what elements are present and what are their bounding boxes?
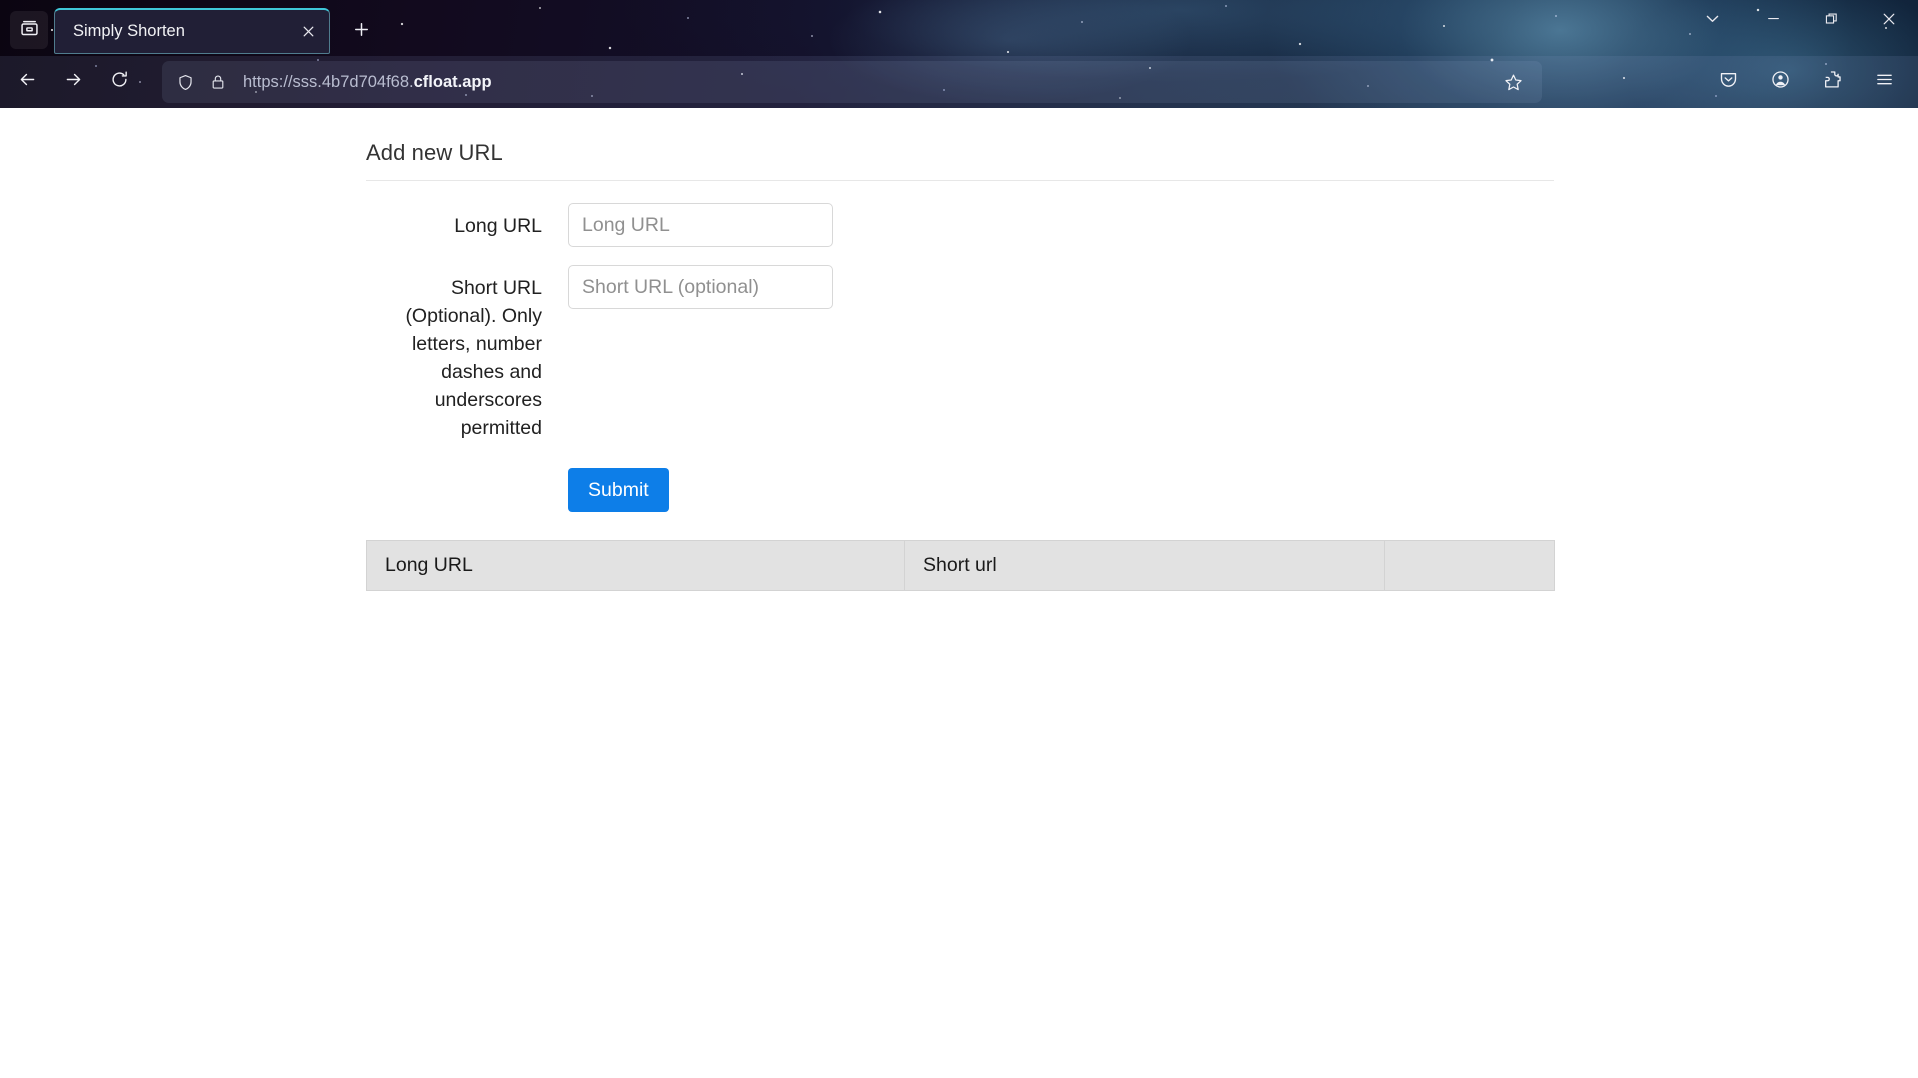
new-tab-button[interactable] [342, 13, 380, 51]
form-row-long-url: Long URL [366, 203, 1554, 247]
pocket-icon [1718, 69, 1739, 95]
hamburger-menu-icon [1874, 69, 1895, 95]
add-url-form: Long URL Short URL (Optional). Only lett… [366, 181, 1554, 512]
url-table-wrapper: Long URL Short url [366, 540, 1555, 591]
account-button[interactable] [1760, 63, 1800, 101]
url-scheme-path: https://sss.4b7d704f68. [243, 72, 414, 91]
page-viewport: Add new URL Long URL Short URL (Optional… [0, 108, 1918, 1078]
short-url-input[interactable] [568, 265, 833, 309]
tab-close-icon[interactable] [293, 17, 323, 47]
reload-button[interactable] [96, 63, 142, 101]
url-table: Long URL Short url [366, 540, 1555, 591]
toolbar-right-group [1708, 63, 1904, 101]
bookmark-star-icon[interactable] [1494, 63, 1532, 101]
account-icon [1770, 69, 1791, 95]
lock-icon[interactable] [209, 73, 227, 91]
extensions-button[interactable] [1812, 63, 1852, 101]
form-row-actions: Submit [366, 468, 1554, 512]
table-header-row: Long URL Short url [366, 540, 1555, 591]
minimize-button[interactable] [1744, 0, 1802, 42]
column-header-actions [1384, 540, 1555, 591]
url-bar[interactable]: https://sss.4b7d704f68.cfloat.app [162, 61, 1542, 103]
firefox-view-button[interactable] [10, 11, 48, 49]
tab-list-button[interactable] [1680, 0, 1744, 42]
page-title: Add new URL [366, 140, 503, 165]
tab-title: Simply Shorten [73, 22, 185, 40]
chevron-down-icon [1704, 10, 1721, 32]
column-header-short-url: Short url [904, 540, 1385, 591]
plus-icon [353, 21, 370, 43]
app-menu-button[interactable] [1864, 63, 1904, 101]
extensions-icon [1822, 69, 1843, 95]
arrow-left-icon [17, 69, 38, 95]
close-window-button[interactable] [1860, 0, 1918, 42]
window-controls [1680, 0, 1918, 56]
tab-strip: Simply Shorten [0, 0, 1918, 56]
arrow-right-icon [63, 69, 84, 95]
maximize-button[interactable] [1802, 0, 1860, 42]
forward-button[interactable] [50, 63, 96, 101]
url-table-head: Long URL Short url [366, 540, 1555, 591]
navigation-toolbar: https://sss.4b7d704f68.cfloat.app [0, 56, 1918, 108]
reload-icon [109, 69, 130, 95]
pocket-button[interactable] [1708, 63, 1748, 101]
url-text: https://sss.4b7d704f68.cfloat.app [243, 73, 1488, 92]
tab-simply-shorten[interactable]: Simply Shorten [54, 8, 330, 54]
short-url-label: Short URL (Optional). Only letters, numb… [405, 277, 542, 439]
browser-chrome: Simply Shorten https://sss.4b7d704f68.cf… [0, 0, 1918, 108]
shield-icon[interactable] [176, 73, 195, 92]
close-icon [1881, 11, 1897, 32]
column-header-long-url: Long URL [366, 540, 905, 591]
url-host: cfloat.app [413, 72, 492, 91]
form-row-short-url: Short URL (Optional). Only letters, numb… [366, 265, 1554, 442]
actions-label-spacer [366, 468, 568, 477]
minimize-icon [1766, 11, 1781, 31]
browser-window: Simply Shorten https://sss.4b7d704f68.cf… [0, 0, 1918, 1078]
firefox-view-icon [19, 17, 40, 43]
back-button[interactable] [4, 63, 50, 101]
long-url-label: Long URL [454, 215, 542, 237]
page-content: Add new URL Long URL Short URL (Optional… [0, 108, 1918, 591]
restore-window-icon [1824, 11, 1839, 31]
content-container: Add new URL Long URL Short URL (Optional… [366, 140, 1555, 591]
long-url-input[interactable] [568, 203, 833, 247]
submit-button[interactable]: Submit [568, 468, 669, 512]
